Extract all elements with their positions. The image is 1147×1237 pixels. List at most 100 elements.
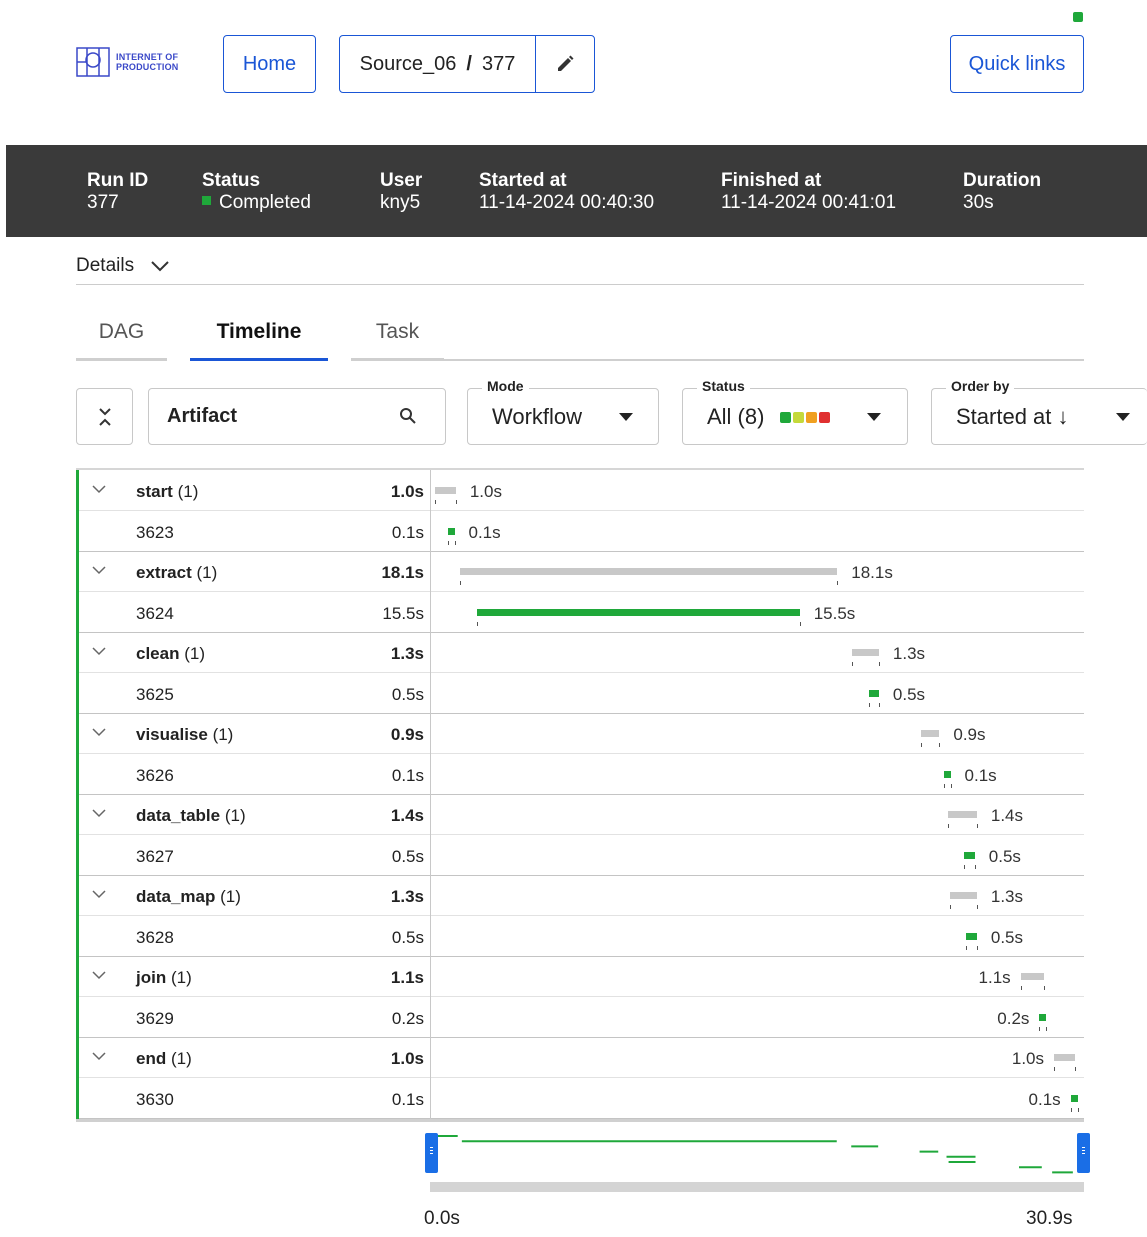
tab-task[interactable]: Task [351,320,444,358]
step-bar[interactable] [1020,973,1044,980]
tab-dag[interactable]: DAG [76,320,167,358]
step-row[interactable]: data_table (1) 1.4s [76,795,1084,835]
tab-timeline[interactable]: Timeline [190,320,328,358]
bar-tick [1077,1107,1079,1112]
minimap-svg [437,1135,1073,1174]
logo-line-2: PRODUCTION [116,62,179,72]
task-bar[interactable] [1039,1013,1047,1021]
step-count: (1) [177,482,199,501]
task-bar[interactable] [943,770,951,778]
step-bar[interactable] [949,892,977,899]
status-select[interactable]: Status All (8) [682,378,908,445]
quick-links-button[interactable]: Quick links [950,35,1084,93]
bar-tick [460,581,461,585]
task-bar[interactable] [868,689,879,697]
tab-timeline-underline [190,358,328,361]
step-bar[interactable] [1053,1054,1075,1061]
task-bar[interactable] [447,527,455,535]
timeline-minimap[interactable] [430,1130,1084,1180]
mode-select[interactable]: Mode Workflow [467,378,659,445]
bar-tick [966,945,968,950]
step-row[interactable]: data_map (1) 1.3s [76,876,1084,916]
bar-tick [455,500,457,504]
task-duration: 0.1s [391,765,424,785]
step-bar[interactable] [460,568,838,575]
status-label: Status [202,170,261,191]
chevron-down-icon[interactable] [92,484,106,494]
chevron-down-icon [151,261,169,272]
task-bar[interactable] [966,932,977,940]
bar-tick [974,864,976,869]
step-count: (1) [212,725,234,744]
details-toggle[interactable]: Details [76,255,170,277]
task-bar[interactable] [964,851,975,859]
order-by-select[interactable]: Order by Started at ↓ [931,378,1147,445]
task-id[interactable]: 3628 [136,928,174,948]
step-row[interactable]: join (1) 1.1s [76,957,1084,997]
step-bar[interactable] [947,811,977,818]
table-column-divider [430,470,431,1119]
step-bar-label: 1.1s [978,968,1011,987]
task-row[interactable]: 3630 0.1s [76,1079,1084,1119]
table-status-stripe [76,470,79,1119]
chevron-down-icon[interactable] [92,970,106,980]
chevron-down-icon[interactable] [92,727,106,737]
chevron-down-icon[interactable] [92,889,106,899]
chevron-down-icon[interactable] [92,646,106,656]
step-name-text: start [136,482,173,501]
user-value: kny5 [380,192,421,213]
task-row[interactable]: 3623 0.1s [76,512,1084,552]
tabs-baseline [444,359,1084,361]
status-color-dots [780,411,831,423]
step-bar[interactable] [435,487,456,494]
step-name: start (1) [136,482,198,502]
task-bar-label: 0.5s [988,846,1021,866]
source-run-text[interactable]: Source_06 / 377 [340,36,536,92]
logo-icon [76,47,110,77]
task-row[interactable]: 3625 0.5s [76,674,1084,714]
minimap-right-handle[interactable] [1077,1133,1090,1173]
mode-caret-icon [619,413,633,421]
bar-tick [1039,1026,1041,1031]
home-button[interactable]: Home [223,35,316,93]
bar-tick [837,581,839,585]
minimap-left-handle[interactable] [425,1133,438,1173]
step-duration: 18.1s [381,563,424,582]
started-label: Started at [479,170,567,191]
step-row[interactable]: start (1) 1.0s [76,471,1084,511]
task-bar[interactable] [1070,1094,1078,1102]
tab-dag-underline [76,358,167,361]
step-row[interactable]: end (1) 1.0s [76,1038,1084,1078]
task-id[interactable]: 3630 [136,1090,174,1110]
status-caret-icon [867,413,881,421]
chevron-down-icon[interactable] [92,808,106,818]
task-bar-label: 0.5s [892,684,926,704]
task-id[interactable]: 3624 [136,604,174,624]
minimap-scrollbar[interactable] [430,1182,1084,1192]
app-logo[interactable]: INTERNET OF PRODUCTION [76,44,186,80]
task-id[interactable]: 3627 [136,847,174,867]
status-completed-icon [202,196,211,206]
step-row[interactable]: clean (1) 1.3s [76,633,1084,673]
collapse-all-button[interactable] [76,388,133,445]
status-field: Status Completed [202,170,311,214]
chevron-down-icon[interactable] [92,565,106,575]
bar-tick [943,783,945,788]
edit-button[interactable] [536,36,594,92]
source-run-selector[interactable]: Source_06 / 377 [339,35,595,93]
task-id[interactable]: 3625 [136,685,174,705]
task-row[interactable]: 3626 0.1s [76,755,1084,795]
run-summary-bar: Run ID 377 Status Completed User kny5 St… [6,145,1147,237]
task-id[interactable]: 3626 [136,766,174,786]
artifact-search-input[interactable]: Artifact [148,388,446,445]
task-row[interactable]: 3628 0.5s [76,917,1084,957]
task-id[interactable]: 3629 [136,1009,174,1029]
chevron-down-icon[interactable] [92,1051,106,1061]
task-id[interactable]: 3623 [136,523,174,543]
details-label: Details [76,255,135,276]
step-bar[interactable] [920,730,940,737]
task-row[interactable]: 3627 0.5s [76,836,1084,876]
task-bar[interactable] [476,608,800,616]
step-bar[interactable] [851,649,879,656]
task-row[interactable]: 3629 0.2s [76,998,1084,1038]
